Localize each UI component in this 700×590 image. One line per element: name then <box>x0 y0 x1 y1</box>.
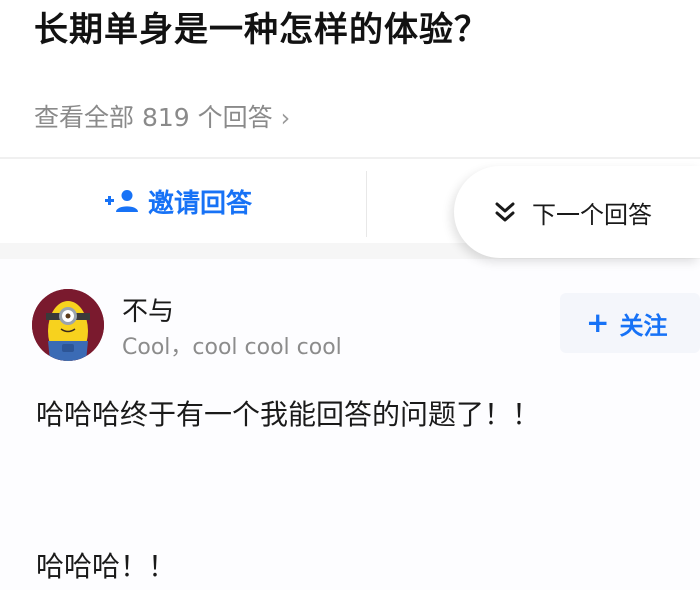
avatar[interactable] <box>32 289 104 361</box>
double-chevron-down-icon <box>494 201 516 223</box>
follow-button[interactable]: + 关注 <box>560 293 700 353</box>
minion-avatar-icon <box>32 289 104 361</box>
view-all-label: 查看全部 819 个回答 <box>34 103 273 132</box>
next-answer-label: 下一个回答 <box>532 200 652 229</box>
view-all-answers-link[interactable]: 查看全部 819 个回答 › <box>34 98 290 134</box>
invite-answer-button[interactable]: 邀请回答 <box>104 183 252 219</box>
answer-card: 不与 Cool，cool cool cool + 关注 哈哈哈终于有一个我能回答… <box>0 259 700 590</box>
answer-text-line: 哈哈哈！！ <box>36 550 177 583</box>
author-name[interactable]: 不与 <box>122 291 174 328</box>
answer-text-line: 哈哈哈终于有一个我能回答的问题了！！ <box>36 398 541 431</box>
question-title: 长期单身是一种怎样的体验？ <box>34 10 489 50</box>
chevron-right-icon: › <box>280 104 291 132</box>
add-user-icon <box>104 188 142 214</box>
next-answer-button[interactable]: 下一个回答 <box>454 166 700 258</box>
invite-answer-label: 邀请回答 <box>148 188 253 219</box>
author-bio: Cool，cool cool cool <box>122 335 342 360</box>
plus-icon: + <box>586 306 610 339</box>
vertical-divider <box>366 171 367 237</box>
follow-label: 关注 <box>619 311 668 340</box>
